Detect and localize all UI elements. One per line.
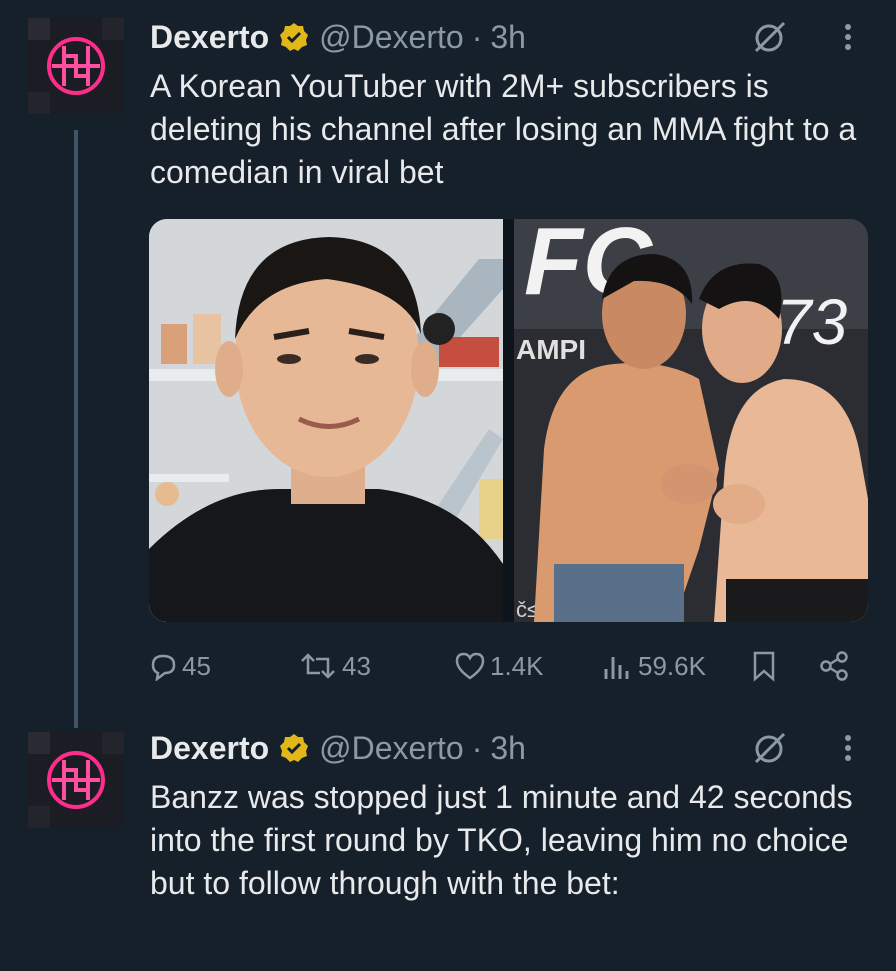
share-icon [820, 651, 848, 681]
tweet-header: Dexerto @Dexerto · 3h [150, 17, 526, 57]
champion-banner-text: AMPI [516, 334, 586, 365]
view-count: 59.6K [638, 650, 706, 681]
more-options-icon[interactable] [836, 17, 860, 57]
dexerto-logo-icon [47, 37, 105, 95]
event-number-text: 73 [776, 286, 848, 358]
tweet-action-bar: 45 43 1.4K 59.6K [148, 648, 858, 684]
share-button[interactable] [818, 648, 854, 684]
views-chart-icon [604, 657, 629, 679]
grok-icon[interactable] [750, 17, 790, 57]
views-button[interactable]: 59.6K [600, 648, 706, 684]
time-separator: · [471, 18, 483, 55]
author-name[interactable]: Dexerto [150, 19, 269, 56]
author-avatar[interactable] [28, 18, 124, 114]
tweet-time[interactable]: 3h [490, 730, 526, 767]
tweet-text: A Korean YouTuber with 2M+ subscribers i… [150, 68, 857, 190]
repost-count: 43 [342, 650, 371, 681]
bookmark-button[interactable] [750, 648, 782, 684]
mma-faceoff-photo[interactable]: FC 73 AMPI č≤ [514, 219, 868, 622]
like-button[interactable]: 1.4K [454, 648, 544, 684]
tweet-2[interactable]: Dexerto @Dexerto · 3h Banzz was stopped … [0, 720, 896, 971]
author-avatar[interactable] [28, 732, 124, 828]
verified-badge-icon [279, 22, 309, 52]
grok-icon[interactable] [750, 728, 790, 768]
tweet-text: Banzz was stopped just 1 minute and 42 s… [150, 779, 853, 901]
time-separator: · [471, 729, 483, 766]
like-count: 1.4K [490, 650, 544, 681]
author-handle[interactable]: @Dexerto [319, 730, 464, 767]
youtuber-selfie-photo[interactable] [149, 219, 503, 622]
tweet-time[interactable]: 3h [490, 19, 526, 56]
dexerto-logo-icon [47, 751, 105, 809]
heart-icon [455, 652, 485, 680]
bookmark-icon [753, 651, 775, 682]
tweet-1[interactable]: Dexerto @Dexerto · 3h A Korean YouTuber … [0, 0, 896, 720]
reply-count: 45 [182, 650, 211, 681]
reply-button[interactable]: 45 [148, 648, 211, 684]
verified-badge-icon [279, 733, 309, 763]
tweet-header: Dexerto @Dexerto · 3h [150, 728, 526, 768]
author-handle[interactable]: @Dexerto [319, 19, 464, 56]
more-options-icon[interactable] [836, 728, 860, 768]
repost-button[interactable]: 43 [298, 648, 371, 684]
tweet-media[interactable]: FC 73 AMPI č≤ [149, 219, 868, 622]
author-name[interactable]: Dexerto [150, 730, 269, 767]
repost-icon [301, 653, 335, 679]
reply-icon [151, 654, 176, 681]
